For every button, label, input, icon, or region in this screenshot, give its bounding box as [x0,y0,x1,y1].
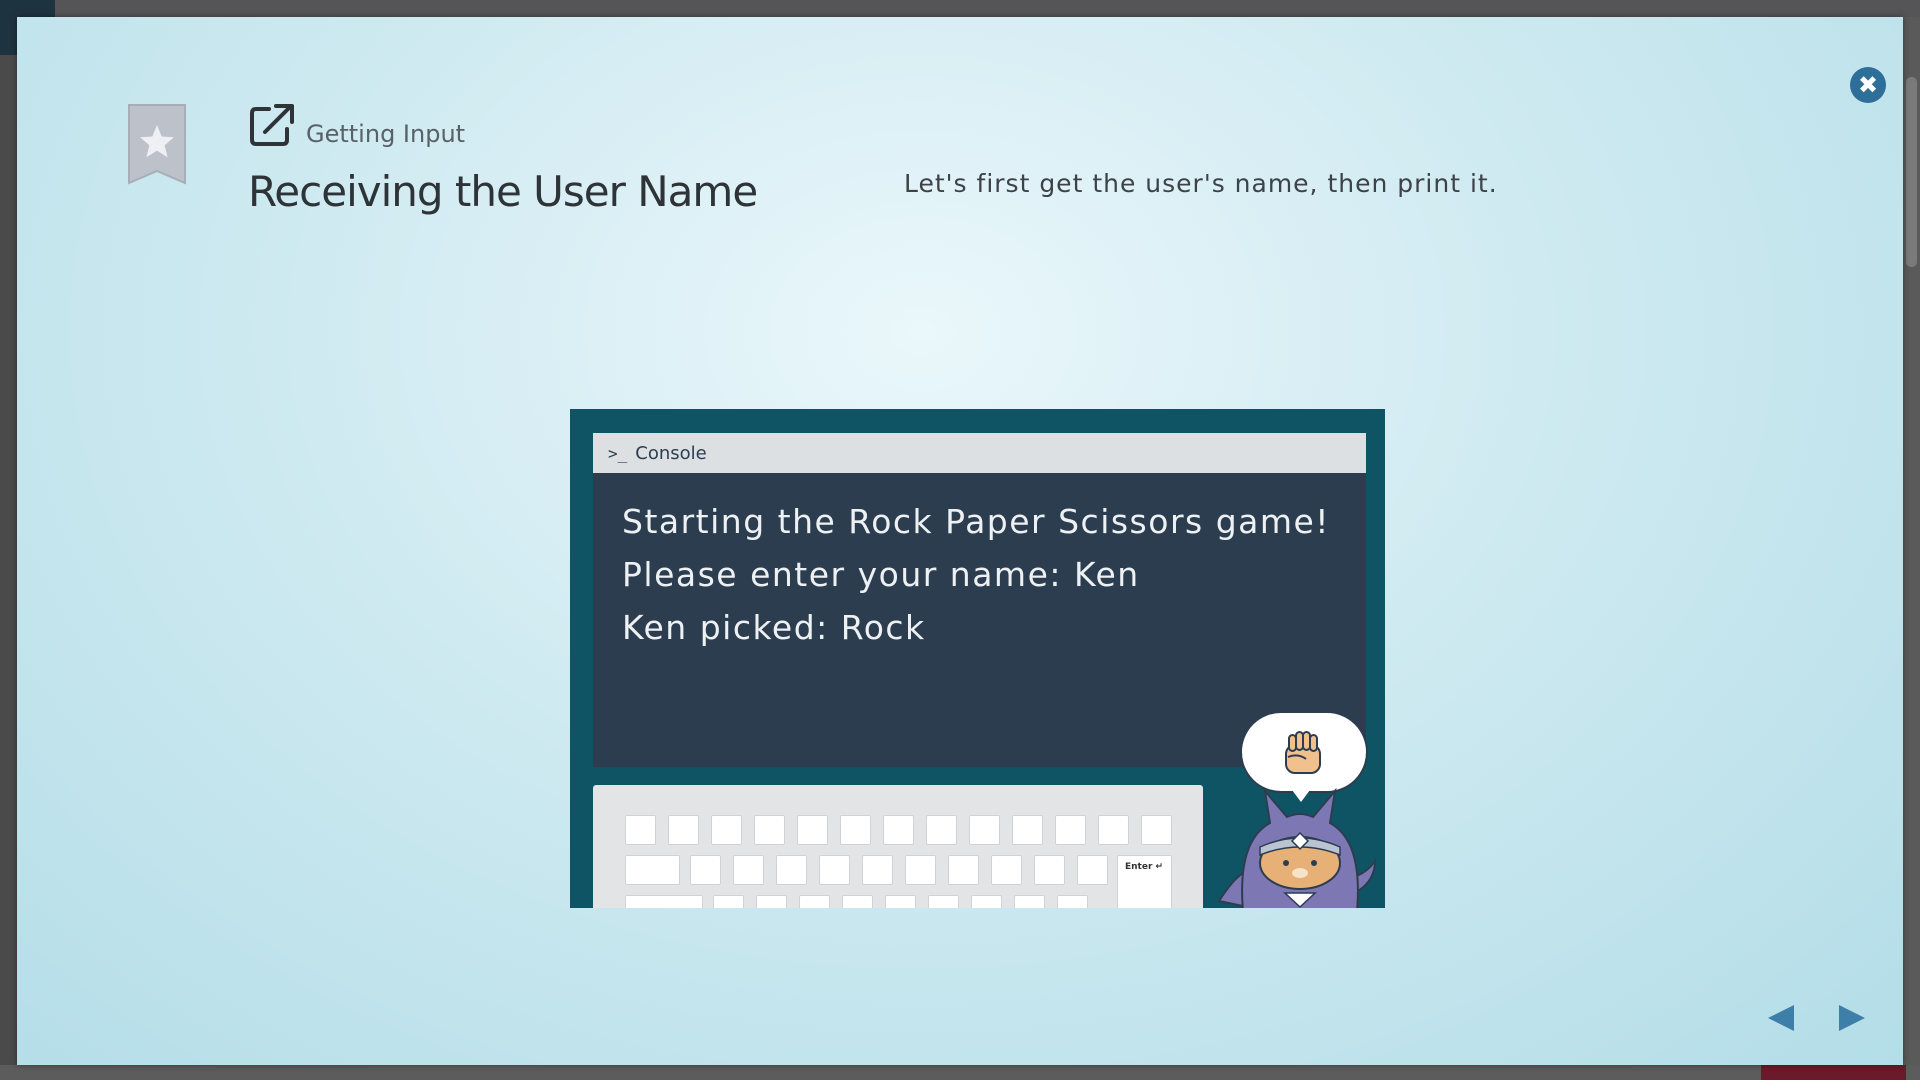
keyboard-key [776,855,807,885]
console-panel: >_ Console Starting the Rock Paper Sciss… [593,433,1366,767]
keyboard-key [668,815,699,845]
keyboard-key [1055,815,1086,845]
console-output: Starting the Rock Paper Scissors game! P… [593,473,1366,654]
keyboard-key [1012,815,1043,845]
slide-illustration: >_ Console Starting the Rock Paper Sciss… [570,409,1385,908]
keyboard-key [754,815,785,845]
keyboard-key [713,895,744,908]
console-line: Starting the Rock Paper Scissors game! [622,502,1331,541]
keyboard-key [625,855,680,885]
bookmark-button[interactable] [127,103,187,187]
keyboard-key [971,895,1002,908]
keyboard-key [733,855,764,885]
close-button[interactable]: ✖ [1850,67,1886,103]
enter-key: Enter ↵ [1117,855,1172,908]
triangle-left-icon [1768,1005,1794,1031]
page-scrollbar[interactable] [1903,17,1920,1065]
keyboard-key [756,895,787,908]
keyboard-key [1077,855,1108,885]
page-title: Receiving the User Name [248,167,758,216]
keyboard-key [1098,815,1129,845]
slide-modal: ✖ Getting Input Receiving the User Name … [17,17,1903,1065]
console-line: Ken picked: Rock [622,608,926,647]
keyboard-key [862,855,893,885]
slide-description: Let's first get the user's name, then pr… [904,169,1498,198]
keyboard-key [840,815,871,845]
keyboard-key [690,855,721,885]
keyboard-key [948,855,979,885]
previous-slide-button[interactable] [1764,1002,1798,1034]
close-icon: ✖ [1857,71,1879,99]
keyboard-key [928,895,959,908]
scrollbar-thumb[interactable] [1906,77,1917,267]
keyboard-key [797,815,828,845]
triangle-right-icon [1839,1005,1865,1031]
background-bottom-bar [0,1065,1920,1080]
terminal-prompt-icon: >_ [608,443,628,463]
external-link-icon [250,104,294,146]
keyboard-key [1057,895,1088,908]
keyboard-key [905,855,936,885]
bookmark-star-icon [128,104,186,185]
console-title: Console [635,442,707,464]
keyboard-key [1014,895,1045,908]
console-header: >_ Console [593,433,1366,473]
keyboard-key [625,895,703,908]
keyboard-key [991,855,1022,885]
keyboard-key [1141,815,1172,845]
ninja-mascot-illustration [1217,787,1377,908]
keyboard-key [926,815,957,845]
contact-us-button[interactable] [1761,1065,1906,1080]
keyboard-key [819,855,850,885]
background-topbar [0,0,1920,17]
rock-fist-icon [1285,731,1321,774]
keyboard-key [883,815,914,845]
keyboard-illustration: Enter ↵ [593,785,1203,908]
console-line: Please enter your name: Ken [622,555,1140,594]
keyboard-key [1034,855,1065,885]
keyboard-key [969,815,1000,845]
keyboard-key [799,895,830,908]
section-label: Getting Input [306,120,466,148]
keyboard-key [885,895,916,908]
keyboard-key [625,815,656,845]
keyboard-key [842,895,873,908]
keyboard-key [711,815,742,845]
next-slide-button[interactable] [1835,1002,1869,1034]
